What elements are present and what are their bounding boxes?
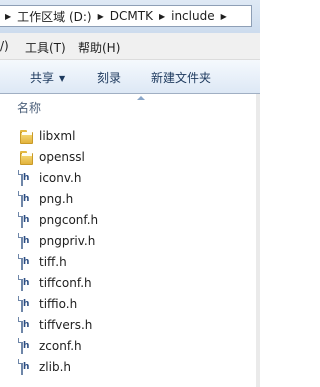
menu-tools[interactable]: 工具(T) bbox=[25, 39, 66, 56]
breadcrumb-separator-icon[interactable]: ▶ bbox=[215, 12, 233, 21]
header-file-icon: h bbox=[18, 233, 35, 250]
address-bar-area: ▶ 工作区域 (D:) ▶ DCMTK ▶ include ▶ bbox=[0, 0, 260, 33]
file-list: 名称 libxml openssl h iconv.h h png.h h pn… bbox=[0, 94, 260, 387]
list-item[interactable]: h pngpriv.h bbox=[0, 231, 260, 252]
list-item[interactable]: libxml bbox=[0, 126, 260, 147]
list-item-label: zconf.h bbox=[39, 339, 82, 353]
header-file-icon: h bbox=[18, 317, 35, 334]
list-item-label: pngconf.h bbox=[39, 213, 99, 227]
header-file-icon: h bbox=[18, 254, 35, 271]
menu-help[interactable]: 帮助(H) bbox=[78, 39, 120, 56]
vertical-scrollbar[interactable] bbox=[256, 94, 260, 387]
address-bar[interactable]: ▶ 工作区域 (D:) ▶ DCMTK ▶ include ▶ bbox=[0, 5, 252, 27]
list-item-label: png.h bbox=[39, 192, 74, 206]
column-header-name[interactable]: 名称 bbox=[17, 99, 41, 116]
header-file-icon: h bbox=[18, 275, 35, 292]
folder-icon bbox=[19, 129, 35, 145]
breadcrumb-separator-icon[interactable]: ▶ bbox=[153, 12, 171, 21]
list-item[interactable]: h pngconf.h bbox=[0, 210, 260, 231]
list-item-label: tiff.h bbox=[39, 255, 67, 269]
list-item-label: zlib.h bbox=[39, 360, 72, 374]
breadcrumb-drive[interactable]: 工作区域 (D:) bbox=[17, 6, 91, 26]
list-item-label: tiffvers.h bbox=[39, 318, 93, 332]
header-file-icon: h bbox=[18, 338, 35, 355]
list-item-label: libxml bbox=[39, 129, 76, 143]
list-item-label: tiffio.h bbox=[39, 297, 78, 311]
burn-button[interactable]: 刻录 bbox=[97, 69, 121, 86]
list-item[interactable]: h zconf.h bbox=[0, 336, 260, 357]
breadcrumb-include[interactable]: include bbox=[171, 6, 214, 26]
list-item[interactable]: h tiffvers.h bbox=[0, 315, 260, 336]
header-file-icon: h bbox=[18, 296, 35, 313]
list-item[interactable]: h tiffio.h bbox=[0, 294, 260, 315]
share-label: 共享 bbox=[30, 71, 55, 85]
header-file-icon: h bbox=[18, 191, 35, 208]
list-item-label: tiffconf.h bbox=[39, 276, 92, 290]
folder-icon bbox=[19, 150, 35, 166]
list-item-label: openssl bbox=[39, 150, 85, 164]
list-item[interactable]: h png.h bbox=[0, 189, 260, 210]
list-item-label: pngpriv.h bbox=[39, 234, 96, 248]
menu-view[interactable]: /) bbox=[0, 39, 9, 53]
list-item[interactable]: h tiff.h bbox=[0, 252, 260, 273]
header-file-icon: h bbox=[18, 212, 35, 229]
list-item[interactable]: h iconv.h bbox=[0, 168, 260, 189]
command-bar: 共享 ▼ 刻录 新建文件夹 bbox=[0, 60, 260, 94]
header-file-icon: h bbox=[18, 170, 35, 187]
menu-bar: /) 工具(T) 帮助(H) bbox=[0, 33, 260, 60]
share-button[interactable]: 共享 ▼ bbox=[30, 69, 65, 86]
sort-ascending-icon bbox=[137, 96, 145, 100]
header-file-icon: h bbox=[18, 359, 35, 376]
chevron-down-icon: ▼ bbox=[59, 74, 66, 83]
new-folder-button[interactable]: 新建文件夹 bbox=[151, 69, 211, 86]
list-item[interactable]: h zlib.h bbox=[0, 357, 260, 378]
list-item-label: iconv.h bbox=[39, 171, 82, 185]
list-item[interactable]: h tiffconf.h bbox=[0, 273, 260, 294]
list-item[interactable]: openssl bbox=[0, 147, 260, 168]
breadcrumb-dcmtk[interactable]: DCMTK bbox=[110, 6, 153, 26]
breadcrumb-separator-icon[interactable]: ▶ bbox=[0, 12, 17, 21]
breadcrumb-separator-icon[interactable]: ▶ bbox=[92, 12, 110, 21]
